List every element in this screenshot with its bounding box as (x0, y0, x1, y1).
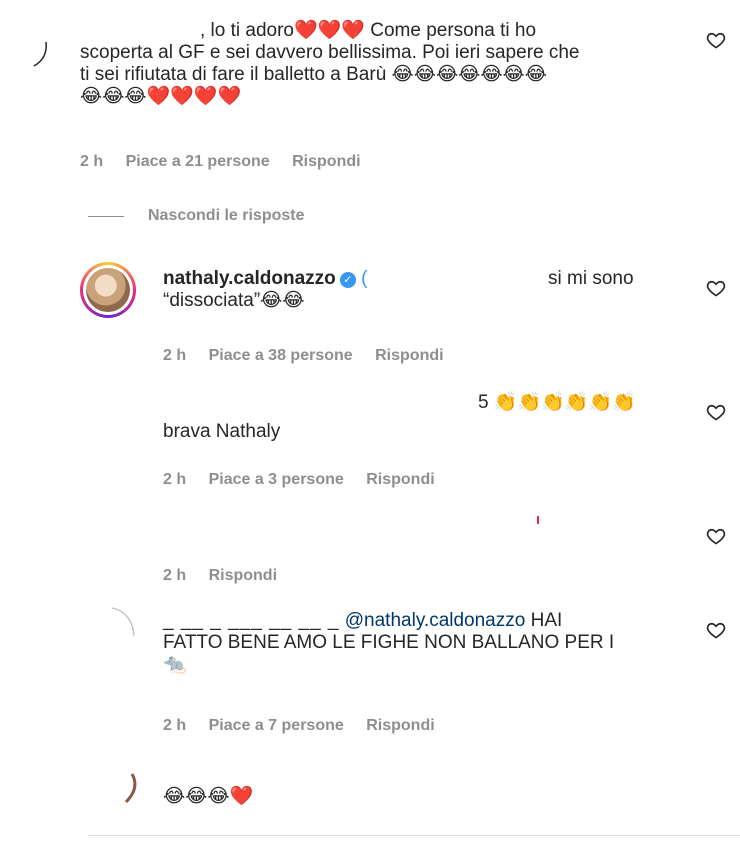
avatar-partial[interactable] (108, 604, 138, 644)
reply-text: brava Nathaly (163, 421, 281, 442)
comment-line: scoperta al GF e sei davvero bellissima.… (80, 42, 580, 63)
heart-outline-icon[interactable] (706, 620, 726, 640)
reply-text: si mi sono (548, 268, 634, 289)
likes-link[interactable]: Piace a 3 persone (209, 471, 344, 488)
reply-button[interactable]: Rispondi (375, 347, 443, 364)
divider (88, 835, 740, 836)
mention-partial[interactable]: ( (361, 268, 367, 289)
mention-link[interactable]: @nathaly.caldonazzo (345, 610, 526, 631)
reply-text-line: FATTO BENE AMO LE FIGHE NON BALLANO PER … (163, 632, 615, 653)
hide-replies-button[interactable]: Nascondi le risposte (148, 207, 305, 225)
reply-meta: 2 h Piace a 3 persone Rispondi (163, 471, 453, 489)
reply-button[interactable]: Rispondi (209, 567, 277, 584)
reply-header-partial: 5 👏👏👏👏👏👏 (478, 392, 636, 413)
likes-link[interactable]: Piace a 7 persone (209, 717, 344, 734)
heart-outline-icon[interactable] (706, 278, 726, 298)
comment-body: , lo ti adoro❤️❤️❤️ Come persona ti ho s… (80, 20, 690, 108)
reply-body: nathaly.caldonazzo ✓ ( si mi sono “dissoc… (163, 268, 683, 312)
reply-meta: 2 h Piace a 38 persone Rispondi (163, 347, 462, 365)
reply-time: 2 h (163, 717, 187, 734)
reply-button[interactable]: Rispondi (366, 471, 434, 488)
username-redacted[interactable]: _ __ _ ___ __ __ _ (163, 610, 339, 631)
reply-button[interactable]: Rispondi (366, 717, 434, 734)
avatar-partial[interactable] (30, 40, 50, 70)
comment-line: ti sei rifiutata di fare il balletto a B… (80, 64, 547, 85)
reply-meta: 2 h Rispondi (163, 567, 295, 585)
verified-badge-icon: ✓ (339, 272, 356, 288)
heart-outline-icon[interactable] (706, 402, 726, 422)
likes-link[interactable]: Piace a 38 persone (209, 347, 353, 364)
reply-meta: 2 h Piace a 7 persone Rispondi (163, 717, 453, 735)
reply-time: 2 h (163, 471, 187, 488)
replies-line (88, 216, 124, 217)
likes-link[interactable]: Piace a 21 persone (126, 153, 270, 170)
avatar[interactable] (80, 262, 136, 318)
heart-outline-icon[interactable] (706, 30, 726, 50)
comment-line: , lo ti adoro❤️❤️❤️ Come persona ti ho (200, 20, 537, 41)
comment-time: 2 h (80, 153, 104, 170)
username-link[interactable]: nathaly.caldonazzo (163, 268, 336, 289)
avatar-partial[interactable] (112, 768, 142, 808)
reply-text: 😂😂😂❤️ (163, 786, 254, 807)
comment-line: 😂😂😂❤️❤️❤️❤️ (80, 86, 242, 107)
comment-meta: 2 h Piace a 21 persone Rispondi (80, 153, 379, 171)
reply-time: 2 h (163, 347, 187, 364)
heart-outline-icon[interactable] (706, 526, 726, 546)
reply-button[interactable]: Rispondi (292, 153, 360, 170)
reply-body: _ __ _ ___ __ __ _ @nathaly.caldonazzo H… (163, 610, 683, 676)
redacted-mark (537, 516, 539, 524)
reply-text: HAI (525, 610, 563, 631)
reply-text-line: 🐀 (163, 654, 187, 675)
reply-text-line: “dissociata”😂😂 (163, 290, 305, 311)
reply-time: 2 h (163, 567, 187, 584)
